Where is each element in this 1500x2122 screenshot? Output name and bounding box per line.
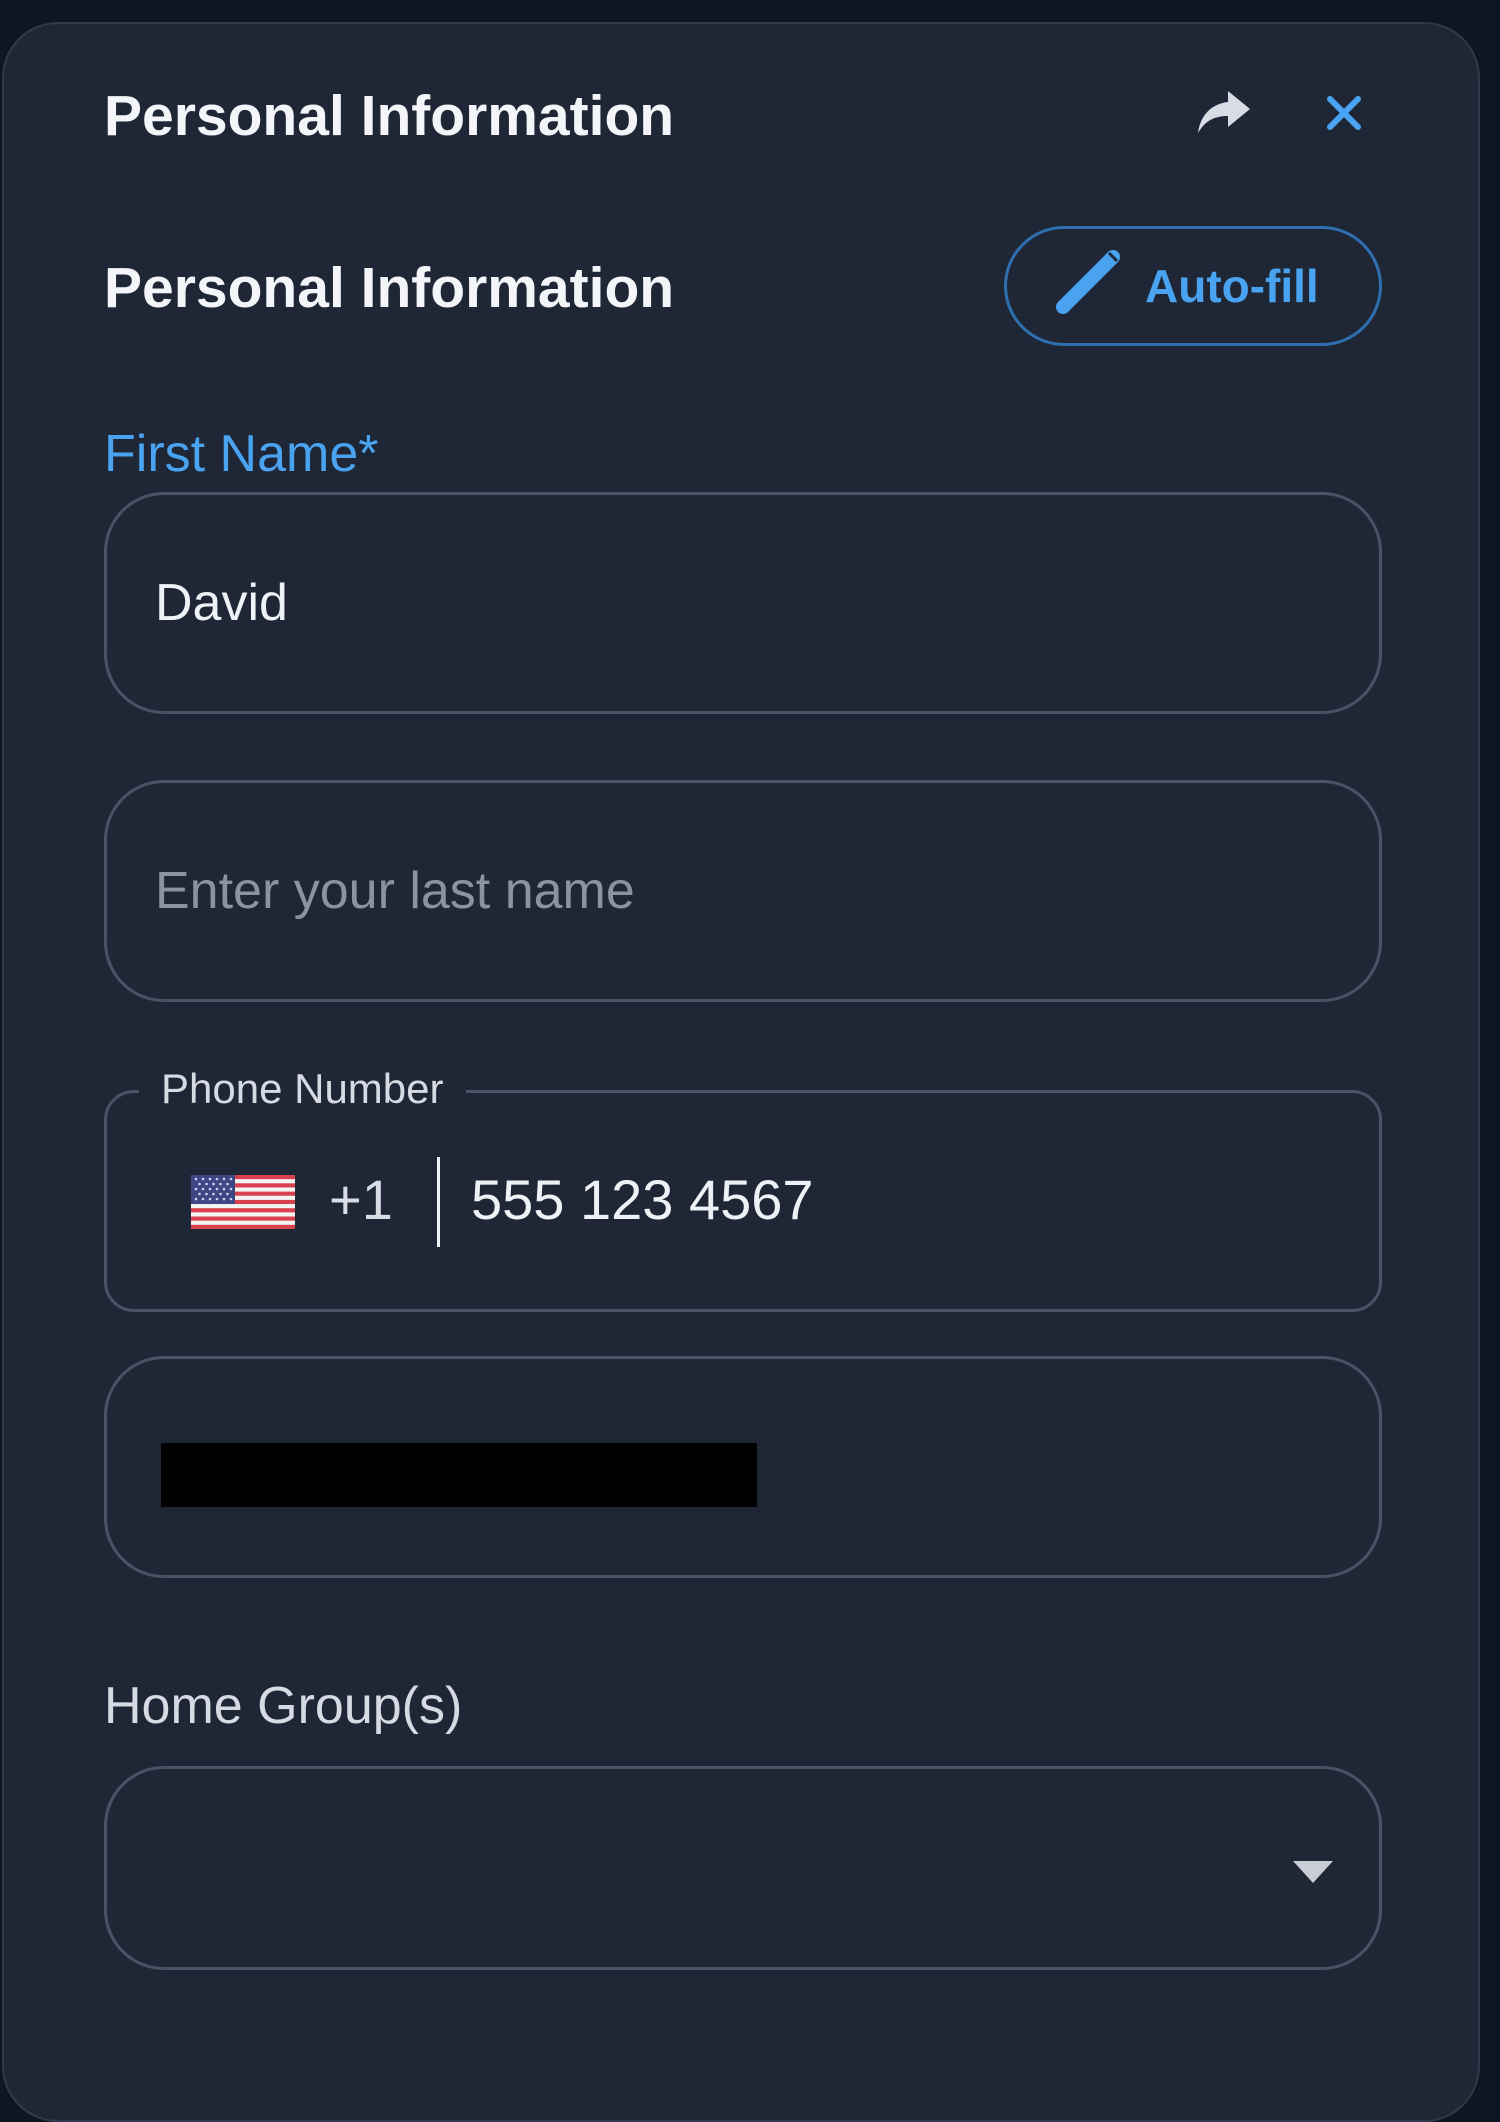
share-icon: [1194, 87, 1254, 144]
redacted-content: [161, 1443, 757, 1507]
pen-icon: [1049, 247, 1123, 326]
country-dial-code[interactable]: +1: [329, 1165, 393, 1235]
first-name-value: David: [155, 574, 288, 632]
autofill-button[interactable]: Auto-fill: [1004, 226, 1382, 346]
redacted-field[interactable]: [104, 1356, 1382, 1578]
panel-header-title: Personal Information: [104, 84, 675, 148]
autofill-label: Auto-fill: [1145, 260, 1319, 312]
section-title: Personal Information: [104, 256, 675, 320]
phone-divider: [437, 1157, 440, 1247]
close-button[interactable]: [1314, 84, 1374, 146]
first-name-field[interactable]: David: [104, 492, 1382, 714]
personal-info-panel: Personal Information Personal Informatio…: [2, 22, 1480, 2122]
chevron-down-icon: [1293, 1861, 1333, 1883]
share-button[interactable]: [1189, 84, 1259, 146]
phone-number-label: Phone Number: [139, 1061, 466, 1117]
us-flag-icon[interactable]: [191, 1175, 295, 1229]
first-name-label: First Name*: [104, 425, 379, 483]
phone-number-input[interactable]: 555 123 4567: [471, 1165, 814, 1235]
home-groups-select[interactable]: [104, 1766, 1382, 1970]
close-icon: [1324, 93, 1364, 138]
phone-number-field: Phone Number +1 555 123 4567: [104, 1061, 1382, 1312]
last-name-placeholder: Enter your last name: [155, 862, 635, 920]
last-name-field[interactable]: Enter your last name: [104, 780, 1382, 1002]
home-groups-label: Home Group(s): [104, 1677, 463, 1735]
